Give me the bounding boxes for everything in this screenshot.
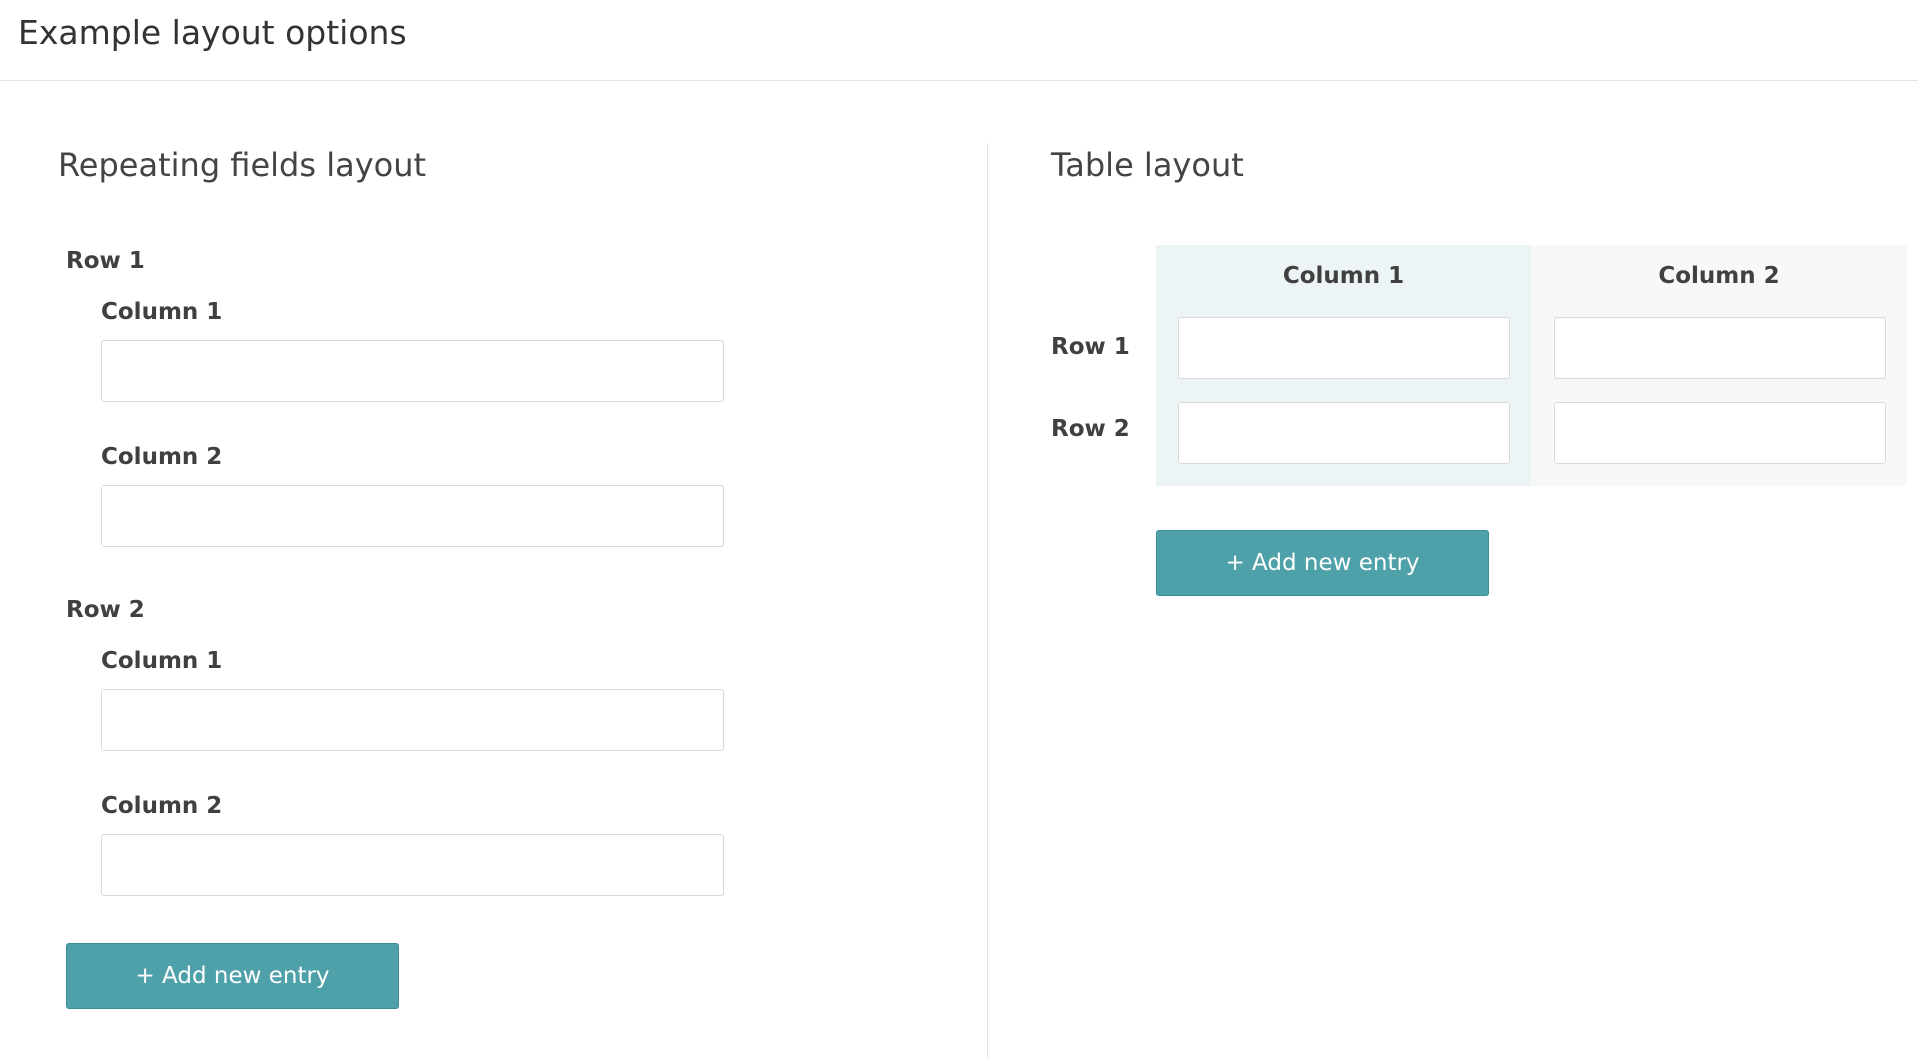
page-title: Example layout options [18,13,407,52]
table-column-2-header: Column 2 [1658,263,1780,289]
row-1-label: Row 1 [66,248,145,274]
table-row-2-label: Row 2 [1051,416,1130,442]
page-header: Example layout options [0,0,1918,81]
table-row-1-column-2-input[interactable] [1554,317,1886,379]
section-divider [987,143,988,1058]
table-add-entry-button[interactable]: + Add new entry [1156,530,1489,596]
row-1-column-1-label: Column 1 [101,299,223,325]
row-1-column-1-input[interactable] [101,340,724,402]
table-row-1-label: Row 1 [1051,334,1130,360]
row-1-column-2-label: Column 2 [101,444,223,470]
table-row-1-column-1-input[interactable] [1178,317,1510,379]
table-row-2-column-1-input[interactable] [1178,402,1510,464]
table-row-2-column-2-input[interactable] [1554,402,1886,464]
row-2-column-2-input[interactable] [101,834,724,896]
row-2-column-1-input[interactable] [101,689,724,751]
repeating-add-entry-button[interactable]: + Add new entry [66,943,399,1009]
table-column-1-header: Column 1 [1282,263,1405,289]
repeating-fields-title: Repeating fields layout [58,146,427,184]
row-2-label: Row 2 [66,597,145,623]
row-1-column-2-input[interactable] [101,485,724,547]
row-2-column-1-label: Column 1 [101,648,223,674]
row-2-column-2-label: Column 2 [101,793,223,819]
table-layout-title: Table layout [1051,146,1244,184]
